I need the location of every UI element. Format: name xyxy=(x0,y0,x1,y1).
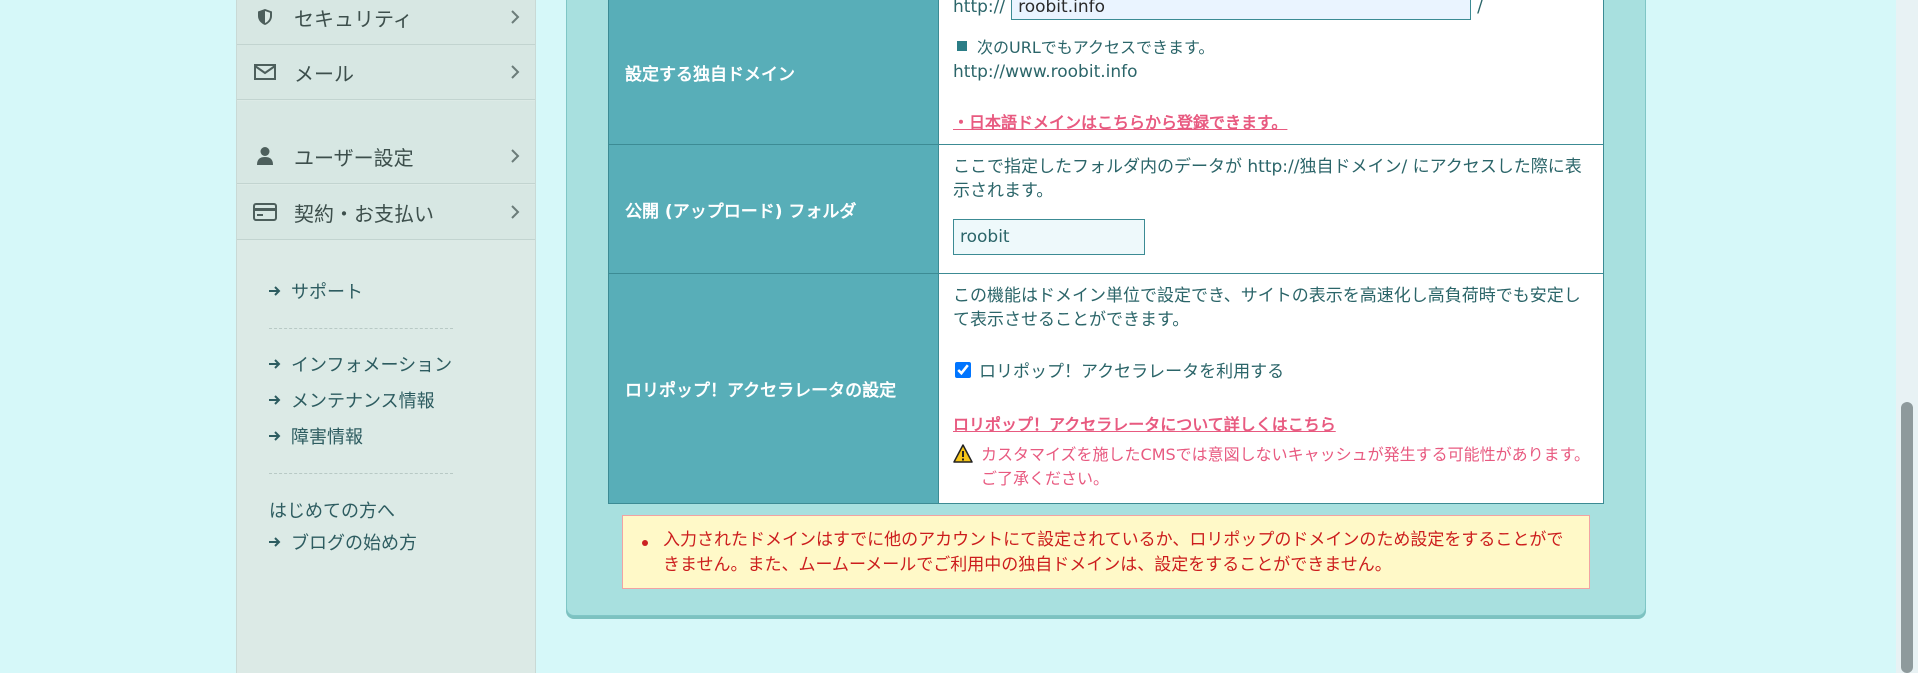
divider xyxy=(269,328,453,329)
error-message-box: 入力されたドメインはすでに他のアカウントにて設定されているか、ロリポップのドメイ… xyxy=(622,515,1590,589)
error-message: 入力されたドメインはすでに他のアカウントにて設定されているか、ロリポップのドメイ… xyxy=(663,530,1564,575)
form-value-accelerator: この機能はドメイン単位で設定でき、サイトの表示を高速化し高負荷時でも安定して表示… xyxy=(938,273,1604,504)
sidebar-item-label: セキュリティ xyxy=(294,6,413,31)
form-row-folder: 公開 (アップロード) フォルダ ここで指定したフォルダ内のデータが http:… xyxy=(608,144,1604,274)
sidebar-item-security[interactable]: セキュリティ xyxy=(237,0,535,45)
sidebar-item-label: ユーザー設定 xyxy=(294,145,414,170)
square-bullet-icon xyxy=(957,41,967,51)
domain-suffix: / xyxy=(1477,0,1483,17)
arrow-right-icon xyxy=(267,392,283,408)
mail-icon xyxy=(253,60,277,84)
accelerator-checkbox-label[interactable]: ロリポップ！アクセラレータを利用する xyxy=(979,357,1284,382)
credit-card-icon xyxy=(253,200,277,224)
form-value-domain: http:// / 次のURLでもアクセスできます。 http://www.ro… xyxy=(938,0,1604,145)
form-label-domain: 設定する独自ドメイン xyxy=(608,0,939,145)
upload-folder-input[interactable] xyxy=(953,219,1145,255)
alt-url: http://www.roobit.info xyxy=(953,62,1138,82)
sidebar-spacer xyxy=(237,101,535,130)
sidebar-link-support[interactable]: サポート xyxy=(267,278,363,304)
scrollbar-thumb[interactable] xyxy=(1901,402,1913,673)
arrow-right-icon xyxy=(267,428,283,444)
domain-settings-form: 設定する独自ドメイン http:// / 次のURLでもアクセスできます。 ht… xyxy=(608,0,1604,504)
custom-domain-input[interactable] xyxy=(1011,0,1472,20)
accelerator-description: この機能はドメイン単位で設定でき、サイトの表示を高速化し高負荷時でも安定して表示… xyxy=(953,286,1581,330)
chevron-right-icon xyxy=(505,146,525,166)
form-row-accelerator: ロリポップ！アクセラレータの設定 この機能はドメイン単位で設定でき、サイトの表示… xyxy=(608,273,1604,504)
accelerator-detail-link[interactable]: ロリポップ！アクセラレータについて詳しくはこちら xyxy=(953,411,1336,435)
domain-prefix: http:// xyxy=(953,0,1006,17)
sidebar-item-user-settings[interactable]: ユーザー設定 xyxy=(237,129,535,184)
divider xyxy=(269,473,453,474)
bullet-icon xyxy=(642,540,648,546)
chevron-right-icon xyxy=(505,202,525,222)
accelerator-warning: カスタマイズを施したCMSでは意図しないキャッシュが発生する可能性があります。ご… xyxy=(981,445,1591,488)
sidebar-link-label: ブログの始め方 xyxy=(291,533,417,554)
arrow-right-icon xyxy=(267,283,283,299)
alt-url-note: 次のURLでもアクセスできます。 xyxy=(977,38,1215,57)
sidebar-item-label: メール xyxy=(294,61,354,86)
sidebar-item-mail[interactable]: メール xyxy=(237,45,535,100)
chevron-right-icon xyxy=(505,62,525,82)
user-icon xyxy=(253,144,277,168)
arrow-right-icon xyxy=(267,534,283,550)
form-value-folder: ここで指定したフォルダ内のデータが http://独自ドメイン/ にアクセスした… xyxy=(938,144,1604,274)
form-row-domain: 設定する独自ドメイン http:// / 次のURLでもアクセスできます。 ht… xyxy=(608,0,1604,145)
warning-icon xyxy=(953,444,973,464)
accelerator-checkbox[interactable] xyxy=(955,361,971,378)
sidebar-link-outage[interactable]: 障害情報 xyxy=(267,423,363,449)
sidebar-link-blog-start[interactable]: ブログの始め方 xyxy=(267,529,417,555)
folder-description: ここで指定したフォルダ内のデータが http://独自ドメイン/ にアクセスした… xyxy=(953,157,1582,201)
shield-icon xyxy=(253,5,277,29)
form-label-accelerator: ロリポップ！アクセラレータの設定 xyxy=(608,273,939,504)
japanese-domain-link[interactable]: ・日本語ドメインはこちらから登録できます。 xyxy=(953,109,1287,133)
form-label-folder: 公開 (アップロード) フォルダ xyxy=(608,144,939,274)
sidebar-link-label: メンテナンス情報 xyxy=(291,391,435,412)
sidebar-link-label: サポート xyxy=(291,282,363,303)
sidebar-item-contract-payment[interactable]: 契約・お支払い xyxy=(237,185,535,240)
vertical-scrollbar[interactable] xyxy=(1896,0,1918,673)
arrow-right-icon xyxy=(267,356,283,372)
chevron-right-icon xyxy=(505,7,525,27)
sidebar-link-maintenance[interactable]: メンテナンス情報 xyxy=(267,387,435,413)
domain-settings-panel: 設定する独自ドメイン http:// / 次のURLでもアクセスできます。 ht… xyxy=(566,0,1646,616)
sidebar-link-label: 障害情報 xyxy=(291,427,363,448)
sidebar-link-label: インフォメーション xyxy=(291,355,453,376)
sidebar: セキュリティ メール ユーザー設定 契約・お支払い サポート インフォメーション… xyxy=(236,0,536,673)
sidebar-link-information[interactable]: インフォメーション xyxy=(267,351,452,377)
sidebar-link-beginners[interactable]: はじめての方へ xyxy=(269,497,395,523)
sidebar-item-label: 契約・お支払い xyxy=(294,201,434,226)
